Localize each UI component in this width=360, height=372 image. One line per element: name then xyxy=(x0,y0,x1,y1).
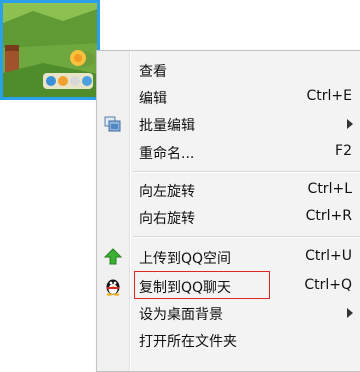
upload-arrow-icon xyxy=(103,247,123,267)
menu-item-batch-edit[interactable]: 批量编辑 xyxy=(97,111,360,137)
menu-item-label: 向右旋转 xyxy=(139,211,195,227)
menu-separator xyxy=(133,171,360,173)
menu-item-label: 上传到QQ空间 xyxy=(139,251,232,267)
menu-item-label: 向左旋转 xyxy=(139,184,195,200)
menu-item-label: 复制到QQ聊天 xyxy=(139,280,232,296)
menu-item-view[interactable]: 查看 xyxy=(97,57,360,83)
menu-item-label: 查看 xyxy=(139,64,167,80)
menu-item-label: 打开所在文件夹 xyxy=(139,334,237,350)
menu-item-shortcut: Ctrl+U xyxy=(305,248,352,264)
submenu-arrow-icon xyxy=(347,308,353,318)
menu-item-shortcut: Ctrl+E xyxy=(306,88,353,104)
menu-item-copy-qq-chat[interactable]: 复制到QQ聊天 Ctrl+Q xyxy=(97,273,360,299)
menu-separator xyxy=(133,236,360,238)
menu-item-shortcut: Ctrl+L xyxy=(307,181,352,197)
menu-item-label: 重命名... xyxy=(139,146,195,162)
context-menu: 查看 编辑 Ctrl+E 批量编辑 重命名... F2 向左旋转 Ctrl+L … xyxy=(96,50,360,372)
selected-image-thumbnail[interactable] xyxy=(0,0,100,100)
menu-item-open-folder[interactable]: 打开所在文件夹 xyxy=(97,327,360,353)
menu-item-label: 设为桌面背景 xyxy=(139,307,223,323)
menu-item-upload-qzone[interactable]: 上传到QQ空间 Ctrl+U xyxy=(97,244,360,270)
menu-item-rotate-right[interactable]: 向右旋转 Ctrl+R xyxy=(97,204,360,230)
batch-edit-icon xyxy=(103,114,123,134)
game-screenshot-image xyxy=(3,3,97,97)
menu-item-label: 编辑 xyxy=(139,91,167,107)
menu-item-rename[interactable]: 重命名... F2 xyxy=(97,139,360,165)
menu-item-shortcut: Ctrl+Q xyxy=(304,277,352,293)
submenu-arrow-icon xyxy=(347,119,353,129)
menu-item-shortcut: Ctrl+R xyxy=(305,208,352,224)
menu-item-set-wallpaper[interactable]: 设为桌面背景 xyxy=(97,300,360,326)
qq-penguin-icon xyxy=(103,276,123,296)
menu-item-edit[interactable]: 编辑 Ctrl+E xyxy=(97,84,360,110)
menu-item-rotate-left[interactable]: 向左旋转 Ctrl+L xyxy=(97,177,360,203)
menu-item-label: 批量编辑 xyxy=(139,118,195,134)
menu-item-shortcut: F2 xyxy=(335,143,352,159)
